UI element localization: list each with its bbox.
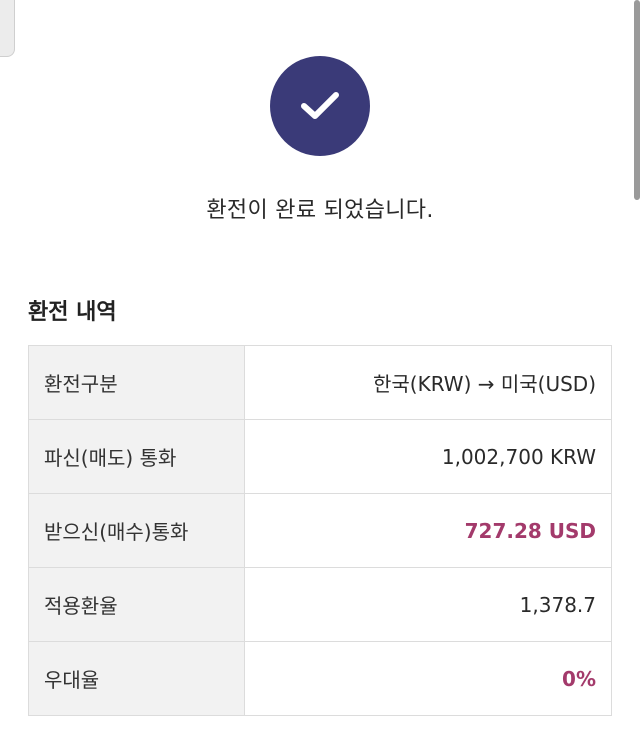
row-value-exchange-type: 한국(KRW) → 미국(USD) [244, 345, 612, 420]
row-label-exchange-type: 환전구분 [28, 345, 245, 420]
table-row: 파신(매도) 통화 1,002,700 KRW [28, 419, 612, 494]
check-icon [301, 92, 339, 119]
table-row: 환전구분 한국(KRW) → 미국(USD) [28, 345, 612, 420]
table-row: 받으신(매수)통화 727.28 USD [28, 493, 612, 568]
section-title: 환전 내역 [28, 300, 117, 325]
row-label-preferential-rate: 우대율 [28, 641, 245, 716]
table-row: 적용환율 1,378.7 [28, 567, 612, 642]
completion-message: 환전이 완료 되었습니다. [206, 198, 434, 223]
side-drawer-handle[interactable] [0, 0, 15, 57]
row-value-sell-currency: 1,002,700 KRW [244, 419, 612, 494]
row-label-applied-rate: 적용환율 [28, 567, 245, 642]
row-label-sell-currency: 파신(매도) 통화 [28, 419, 245, 494]
table-row: 우대율 0% [28, 641, 612, 716]
exchange-detail-table: 환전구분 한국(KRW) → 미국(USD) 파신(매도) 통화 1,002,7… [28, 345, 612, 716]
exchange-complete-page: 환전이 완료 되었습니다. 환전 내역 환전구분 한국(KRW) → 미국(US… [0, 0, 640, 731]
row-value-applied-rate: 1,378.7 [244, 567, 612, 642]
scrollbar[interactable] [634, 0, 640, 200]
row-value-buy-currency: 727.28 USD [244, 493, 612, 568]
success-check-icon [270, 56, 370, 156]
row-value-preferential-rate: 0% [244, 641, 612, 716]
row-label-buy-currency: 받으신(매수)통화 [28, 493, 245, 568]
